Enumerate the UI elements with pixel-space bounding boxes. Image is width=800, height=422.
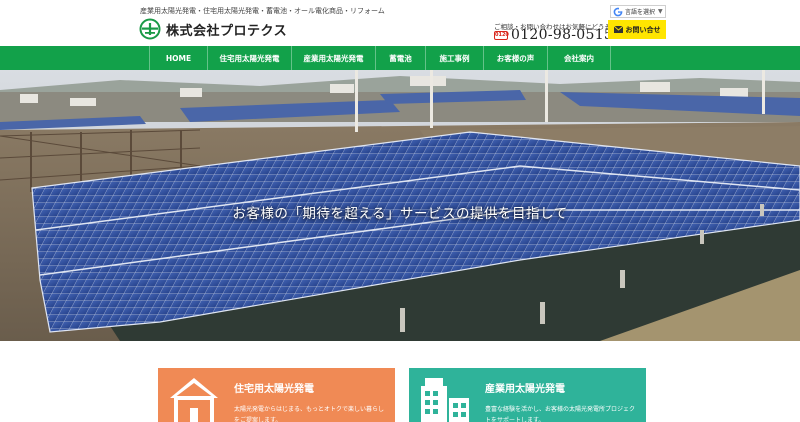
header-tagline: 産業用太陽光発電・住宅用太陽光発電・蓄電池・オール電化商品・リフォーム (140, 7, 385, 15)
card-text: 太陽光発電からはじまる、もっとオトクで楽しい暮らしをご提案します。 (234, 406, 385, 422)
nav-item-home[interactable]: HOME (149, 46, 207, 70)
card-title: 住宅用太陽光発電 (234, 384, 314, 395)
chevron-down-icon: ▼ (658, 8, 663, 15)
card-title: 産業用太陽光発電 (485, 384, 565, 395)
nav-item-storage-battery[interactable]: 蓄電池 (375, 46, 425, 70)
card-text: 豊富な経験を活かし、お客様の太陽光発電所プロジェクトをサポートします。 (485, 406, 636, 422)
language-select[interactable]: 言語を選択 ▼ (610, 5, 666, 18)
hero-caption: お客様の「期待を超える」サービスの提供を目指して (232, 206, 568, 222)
nav-item-case-studies[interactable]: 施工事例 (425, 46, 483, 70)
house-icon (170, 378, 218, 422)
google-icon (613, 6, 623, 16)
freedial-icon: 0120 (494, 30, 509, 40)
building-icon (421, 378, 469, 422)
site-header: 産業用太陽光発電・住宅用太陽光発電・蓄電池・オール電化商品・リフォーム 株式会社… (0, 0, 800, 46)
phone-number[interactable]: 0120-98-0515 (511, 27, 613, 43)
main-nav: HOME 住宅用太陽光発電 産業用太陽光発電 蓄電池 施工事例 お客様の声 会社… (0, 46, 800, 70)
language-select-label: 言語を選択 (625, 9, 656, 16)
hero-banner: お客様の「期待を超える」サービスの提供を目指して (0, 70, 800, 341)
logo-mark-icon (139, 18, 161, 40)
residential-solar-card[interactable]: 住宅用太陽光発電 太陽光発電からはじまる、もっとオトクで楽しい暮らしをご提案しま… (158, 368, 395, 422)
nav-item-industrial-solar[interactable]: 産業用太陽光発電 (291, 46, 375, 70)
nav-item-residential-solar[interactable]: 住宅用太陽光発電 (207, 46, 291, 70)
nav-item-customer-voices[interactable]: お客様の声 (483, 46, 547, 70)
industrial-solar-card[interactable]: 産業用太陽光発電 豊富な経験を活かし、お客様の太陽光発電所プロジェクトをサポート… (409, 368, 646, 422)
nav-item-company-info[interactable]: 会社案内 (547, 46, 611, 70)
phone-contact[interactable]: 0120 0120-98-0515 (494, 27, 613, 43)
inquiry-button[interactable]: お問い合せ (608, 20, 666, 39)
mail-icon (613, 26, 623, 33)
company-name: 株式会社プロテクス (166, 23, 288, 39)
inquiry-button-label: お問い合せ (625, 25, 661, 34)
site-logo[interactable]: 株式会社プロテクス (139, 18, 287, 40)
